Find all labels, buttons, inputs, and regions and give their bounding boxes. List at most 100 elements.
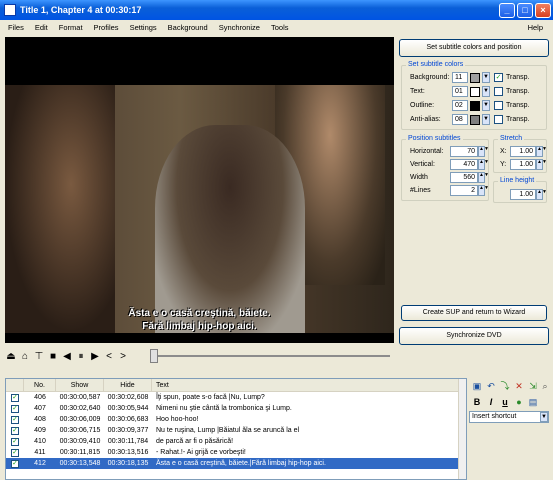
- header-hide[interactable]: Hide: [104, 379, 152, 391]
- row-hide: 00:30:06,683: [107, 416, 149, 423]
- background-transp-checkbox[interactable]: ✓: [494, 73, 503, 82]
- stretch-x-spinner-icon[interactable]: ▲▼: [536, 146, 547, 157]
- background-dropdown-icon[interactable]: ▼: [482, 72, 490, 83]
- pause-icon[interactable]: ⏸: [75, 351, 87, 363]
- table-scrollbar[interactable]: [458, 379, 466, 479]
- row-hide: 00:30:18,135: [107, 460, 149, 467]
- antialias-color-index[interactable]: 08: [452, 114, 468, 125]
- stop-icon[interactable]: ■: [47, 351, 59, 363]
- horizontal-spinner-icon[interactable]: ▲▼: [478, 146, 489, 157]
- colors-group-label: Set subtitle colors: [406, 61, 466, 68]
- chapter-icon[interactable]: ⊤: [33, 351, 45, 363]
- menu-edit[interactable]: Edit: [35, 23, 48, 32]
- underline-icon[interactable]: u: [499, 396, 511, 408]
- text-color-index[interactable]: 01: [452, 86, 468, 97]
- header-show[interactable]: Show: [56, 379, 104, 391]
- seek-slider[interactable]: [150, 349, 390, 363]
- menu-synchronize[interactable]: Synchronize: [219, 23, 260, 32]
- outline-dropdown-icon[interactable]: ▼: [482, 100, 490, 111]
- chevron-down-icon[interactable]: ▼: [540, 412, 548, 422]
- search-icon[interactable]: ⌕: [539, 380, 551, 392]
- width-input[interactable]: 560: [450, 172, 478, 183]
- position-group-label: Position subtitles: [406, 135, 463, 142]
- create-sup-button[interactable]: Create SUP and return to Wizard: [401, 305, 547, 321]
- line-height-spinner-icon[interactable]: ▲▼: [536, 189, 547, 200]
- table-row[interactable]: ✓ 411 00:30:11,815 00:30:13,516 - Rahat.…: [6, 447, 466, 458]
- stretch-y-spinner-icon[interactable]: ▲▼: [536, 159, 547, 170]
- video-preview[interactable]: Ăsta e o casă creştină, băiete. Fără lim…: [5, 37, 394, 343]
- menu-tools[interactable]: Tools: [271, 23, 289, 32]
- vertical-spinner-icon[interactable]: ▲▼: [478, 159, 489, 170]
- table-row[interactable]: ✓ 407 00:30:02,640 00:30:05,944 Nimeni n…: [6, 403, 466, 414]
- width-spinner-icon[interactable]: ▲▼: [478, 172, 489, 183]
- color-icon[interactable]: ●: [513, 396, 525, 408]
- menu-files[interactable]: Files: [8, 23, 24, 32]
- antialias-transp-checkbox[interactable]: [494, 115, 503, 124]
- vertical-label: Vertical:: [410, 161, 435, 168]
- menu-help[interactable]: Help: [528, 23, 543, 32]
- line-height-group: Line height 1.00 ▲▼: [493, 177, 547, 203]
- row-checkbox[interactable]: ✓: [11, 426, 19, 435]
- outline-transp-checkbox[interactable]: [494, 101, 503, 110]
- antialias-transp-label: Transp.: [506, 116, 530, 123]
- header-no[interactable]: No.: [24, 379, 56, 391]
- rewind-icon[interactable]: ◀: [61, 351, 73, 363]
- row-checkbox[interactable]: ✓: [11, 448, 19, 457]
- undo-icon[interactable]: ↶: [485, 380, 497, 392]
- menu-settings[interactable]: Settings: [130, 23, 157, 32]
- text-transp-checkbox[interactable]: [494, 87, 503, 96]
- save-icon[interactable]: ▣: [471, 380, 483, 392]
- row-checkbox[interactable]: ✓: [11, 459, 19, 468]
- menu-background[interactable]: Background: [168, 23, 208, 32]
- delete-icon[interactable]: ✕: [513, 380, 525, 392]
- antialias-dropdown-icon[interactable]: ▼: [482, 114, 490, 125]
- italic-icon[interactable]: I: [485, 396, 497, 408]
- close-button[interactable]: ×: [535, 2, 551, 18]
- play-icon[interactable]: ▶: [89, 351, 101, 363]
- menu-format[interactable]: Format: [59, 23, 83, 32]
- outline-color-index[interactable]: 02: [452, 100, 468, 111]
- next-icon[interactable]: >: [117, 351, 129, 363]
- prev-icon[interactable]: <: [103, 351, 115, 363]
- subtitle-line-2: Fără limbaj hip-hop aici.: [142, 321, 257, 332]
- line-height-input[interactable]: 1.00: [510, 189, 536, 200]
- seek-thumb[interactable]: [150, 349, 158, 363]
- insert-icon[interactable]: ⤵: [499, 380, 511, 392]
- minimize-button[interactable]: _: [499, 2, 515, 18]
- header-text[interactable]: Text: [152, 379, 466, 391]
- merge-icon[interactable]: ⇲: [527, 380, 539, 392]
- table-row[interactable]: ✓ 409 00:30:06,715 00:30:09,377 Nu te ru…: [6, 425, 466, 436]
- menu-profiles[interactable]: Profiles: [94, 23, 119, 32]
- format-icon[interactable]: ▤: [527, 396, 539, 408]
- sync-dvd-button[interactable]: Synchronize DVD: [399, 327, 549, 345]
- insert-shortcut-select[interactable]: Insert shortcut ▼: [469, 411, 549, 423]
- background-color-index[interactable]: 11: [452, 72, 468, 83]
- row-show: 00:30:06,715: [59, 427, 101, 434]
- text-dropdown-icon[interactable]: ▼: [482, 86, 490, 97]
- table-row[interactable]: ✓ 408 00:30:06,009 00:30:06,683 Hoo hoo-…: [6, 414, 466, 425]
- row-text: de parcă ar fi o păsărică!: [156, 438, 234, 445]
- lines-input[interactable]: 2: [450, 185, 478, 196]
- set-colors-button[interactable]: Set subtitle colors and position: [399, 39, 549, 57]
- row-checkbox[interactable]: ✓: [11, 393, 19, 402]
- table-row[interactable]: ✓ 406 00:30:00,587 00:30:02,608 Îţi spun…: [6, 392, 466, 403]
- eject-icon[interactable]: ⏏: [5, 351, 17, 363]
- table-row[interactable]: ✓ 410 00:30:09,410 00:30:11,784 de parcă…: [6, 436, 466, 447]
- bold-icon[interactable]: B: [471, 396, 483, 408]
- home-icon[interactable]: ⌂: [19, 351, 31, 363]
- stretch-x-input[interactable]: 1.00: [510, 146, 536, 157]
- outline-row: Outline: 02 ▼ Transp.: [410, 100, 529, 111]
- row-checkbox[interactable]: ✓: [11, 415, 19, 424]
- row-checkbox[interactable]: ✓: [11, 437, 19, 446]
- lines-spinner-icon[interactable]: ▲▼: [478, 185, 489, 196]
- stretch-y-input[interactable]: 1.00: [510, 159, 536, 170]
- maximize-button[interactable]: □: [517, 2, 533, 18]
- horizontal-input[interactable]: 70: [450, 146, 478, 157]
- vertical-row: Vertical: 470 ▲▼: [410, 159, 489, 170]
- row-checkbox[interactable]: ✓: [11, 404, 19, 413]
- row-show: 00:30:00,587: [59, 394, 101, 401]
- title-bar: Title 1, Chapter 4 at 00:30:17 _ □ ×: [0, 0, 553, 20]
- vertical-input[interactable]: 470: [450, 159, 478, 170]
- video-frame: Ăsta e o casă creştină, băiete. Fără lim…: [5, 85, 394, 333]
- table-row-selected[interactable]: ✓ 412 00:30:13,548 00:30:18,135 Ăsta e o…: [6, 458, 466, 469]
